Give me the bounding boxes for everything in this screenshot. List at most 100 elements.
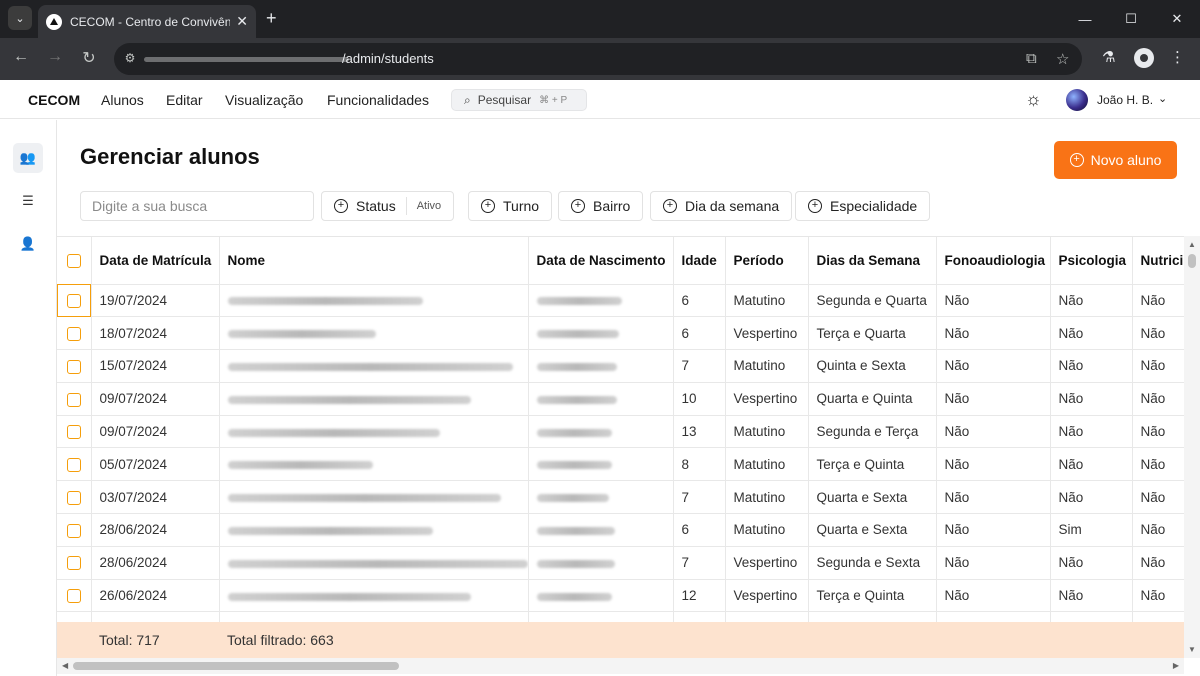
row-checkbox[interactable]	[66, 294, 81, 309]
cell-period: Matutino	[725, 513, 809, 547]
scroll-up-icon[interactable]: ▲	[1188, 240, 1196, 249]
column-header[interactable]: Idade	[673, 237, 726, 285]
redacted-birth-date	[536, 461, 612, 470]
new-tab-button[interactable]: +	[266, 8, 277, 28]
browser-tab[interactable]: CECOM - Centro de Convivênci ✕	[38, 5, 256, 38]
back-arrow-icon[interactable]: ←	[10, 48, 32, 66]
menu-alunos[interactable]: Alunos	[101, 92, 144, 108]
row-checkbox[interactable]	[66, 425, 81, 440]
select-all-checkbox[interactable]	[66, 253, 81, 268]
vertical-scrollbar[interactable]: ▲ ▼	[1184, 236, 1200, 658]
column-header[interactable]: Período	[725, 237, 809, 285]
new-student-button[interactable]: + Novo aluno	[1054, 141, 1177, 179]
sidebar-user-search-icon[interactable]: 👤	[13, 229, 43, 259]
cell-birth-date-redacted	[528, 316, 674, 351]
cell-weekdays: Terça e Quinta	[808, 579, 937, 613]
table-row[interactable]: 03/07/2024 7 Matutino Quarta e Sexta Não Não N…	[57, 480, 1184, 515]
horizontal-scroll-thumb[interactable]	[73, 662, 399, 670]
table-row[interactable]: 15/07/2024 7 Matutino Quinta e Sexta Não Não N…	[57, 349, 1184, 383]
table-row[interactable]: 09/07/2024 13 Matutino Segunda e Terça Não Nã…	[57, 415, 1184, 449]
cell-weekdays: Quinta e Sexta	[808, 349, 937, 383]
filter-bairro[interactable]: + Bairro	[558, 191, 644, 221]
redacted-name	[227, 559, 527, 568]
address-bar[interactable]: ⚙ /admin/students ⧉ ☆	[114, 43, 1082, 75]
scroll-down-icon[interactable]: ▼	[1188, 645, 1196, 654]
user-name[interactable]: João H. B.	[1097, 93, 1153, 107]
column-header[interactable]: Psicologia	[1050, 237, 1133, 285]
cell-name-redacted	[219, 480, 529, 515]
cell-speech-therapy: Não	[936, 579, 1051, 613]
column-header[interactable]: Data de Matrícula	[91, 237, 220, 285]
scroll-left-icon[interactable]: ◀	[62, 661, 68, 670]
table-row[interactable]: 28/06/2024 6 Matutino Quarta e Sexta Não Sim N…	[57, 513, 1184, 547]
install-app-icon[interactable]: ⧉	[1026, 50, 1037, 67]
command-search-label: Pesquisar	[477, 93, 532, 107]
command-search-button[interactable]: ⌕ Pesquisar ⌘ + P	[451, 89, 587, 111]
table-row[interactable]: 25/06/202412VespertinoSegunda e SextaNão…	[57, 611, 1184, 622]
column-header[interactable]: Fonoaudiologia	[936, 237, 1051, 285]
labs-flask-icon[interactable]: ⚗	[1102, 48, 1115, 66]
filter-label: Turno	[503, 198, 540, 214]
cell-name-redacted	[219, 349, 529, 383]
brand-logo[interactable]: CECOM	[28, 92, 80, 108]
cell-birth-date-redacted	[528, 447, 674, 482]
filter-dia-da-semana[interactable]: + Dia da semana	[650, 191, 793, 221]
table-row[interactable]: 18/07/2024 6 Vespertino Terça e Quarta Não Nã…	[57, 316, 1184, 351]
filter-status[interactable]: + Status Ativo	[321, 191, 455, 221]
filter-especialidade[interactable]: + Especialidade	[795, 191, 931, 221]
row-select-cell	[57, 513, 92, 547]
menu-funcionalidades[interactable]: Funcionalidades	[327, 92, 429, 108]
row-checkbox[interactable]	[66, 556, 81, 571]
row-select-cell	[57, 546, 92, 580]
row-checkbox[interactable]	[66, 359, 81, 374]
vertical-scroll-thumb[interactable]	[1188, 254, 1196, 268]
column-header[interactable]: Dias da Semana	[808, 237, 937, 285]
cell-weekdays: Segunda e Terça	[808, 415, 937, 449]
sidebar-students-users-icon[interactable]: 👥	[13, 143, 43, 173]
chevron-down-icon[interactable]: ⌄	[1158, 92, 1167, 105]
row-checkbox[interactable]	[66, 523, 81, 538]
cell-psychology: Não	[1050, 480, 1133, 515]
table-row[interactable]: 19/07/2024 6 Matutino Segunda e Quarta Não Nã…	[57, 284, 1184, 318]
filter-label: Status	[356, 198, 396, 214]
cell-birth-date-redacted	[528, 349, 674, 383]
scroll-right-icon[interactable]: ▶	[1173, 661, 1179, 670]
column-header[interactable]: Nome	[219, 237, 529, 285]
tab-close-icon[interactable]: ✕	[236, 13, 248, 30]
cell-weekdays: Quarta e Quinta	[808, 382, 937, 416]
reload-icon[interactable]: ↻	[78, 48, 100, 68]
horizontal-scrollbar[interactable]: ◀ ▶	[57, 658, 1184, 674]
search-input[interactable]	[80, 191, 314, 221]
column-header[interactable]: Nutrici	[1132, 237, 1184, 285]
cell-nutrition: Não	[1132, 480, 1184, 515]
cell-psychology: Não	[1050, 546, 1133, 580]
menu-visualizacao[interactable]: Visualização	[225, 92, 303, 108]
forward-arrow-icon[interactable]: →	[44, 48, 66, 66]
cell-birth-date-redacted	[528, 480, 674, 515]
row-checkbox[interactable]	[66, 392, 81, 407]
plus-circle-icon: +	[481, 199, 495, 213]
row-checkbox[interactable]	[66, 326, 81, 341]
filter-turno[interactable]: + Turno	[468, 191, 553, 221]
sidebar-checklist-icon[interactable]: ☰	[13, 186, 43, 216]
table-row[interactable]: 05/07/2024 8 Matutino Terça e Quinta Não Não N…	[57, 447, 1184, 482]
browser-profile-icon[interactable]	[1134, 48, 1154, 68]
theme-toggle-sun-icon[interactable]: ☼	[1025, 89, 1042, 110]
window-close-icon[interactable]: ✕	[1154, 0, 1200, 38]
menu-editar[interactable]: Editar	[166, 92, 203, 108]
bookmark-star-icon[interactable]: ☆	[1056, 50, 1069, 68]
table-row[interactable]: 09/07/2024 10 Vespertino Quarta e Quinta Não…	[57, 382, 1184, 416]
redacted-birth-date	[536, 395, 617, 404]
row-checkbox[interactable]	[66, 490, 81, 505]
site-info-icon[interactable]: ⚙	[122, 51, 138, 67]
column-header[interactable]: Data de Nascimento	[528, 237, 674, 285]
table-row[interactable]: 28/06/2024 7 Vespertino Segunda e Sexta Não N…	[57, 546, 1184, 580]
minimize-icon[interactable]: —	[1062, 0, 1108, 38]
row-checkbox[interactable]	[66, 589, 81, 604]
browser-menu-kebab-icon[interactable]: ⋮	[1170, 48, 1185, 66]
tab-search-chevron-icon[interactable]: ⌄	[8, 6, 32, 30]
user-avatar[interactable]	[1066, 89, 1088, 111]
row-checkbox[interactable]	[66, 458, 81, 473]
maximize-icon[interactable]: ☐	[1108, 0, 1154, 38]
table-row[interactable]: 26/06/2024 12 Vespertino Terça e Quinta Não N…	[57, 579, 1184, 613]
